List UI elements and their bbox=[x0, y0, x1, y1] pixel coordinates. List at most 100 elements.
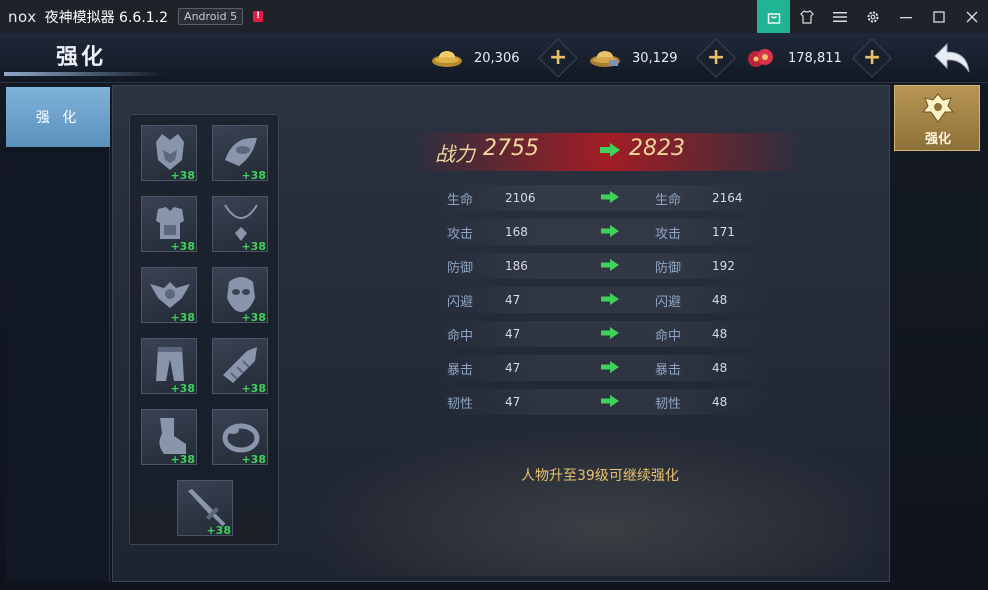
window-controls bbox=[757, 0, 988, 33]
combat-power-current: 2755 bbox=[483, 136, 539, 161]
skin-shirt-icon[interactable] bbox=[790, 0, 823, 33]
stat-name: 生命 bbox=[655, 193, 682, 208]
warning-badge[interactable]: ! bbox=[253, 11, 264, 22]
stat-name: 闪避 bbox=[447, 295, 474, 310]
strengthen-emblem-icon bbox=[921, 93, 955, 123]
equip-slot-ring[interactable]: +38 bbox=[212, 409, 268, 466]
equip-level: +38 bbox=[170, 311, 195, 324]
equip-slot-shoulder[interactable]: +38 bbox=[212, 125, 268, 182]
stat-name: 生命 bbox=[447, 193, 474, 208]
stat-name: 防御 bbox=[447, 261, 474, 276]
stat-name: 防御 bbox=[655, 261, 682, 276]
currency-value: 178,811 bbox=[788, 50, 842, 66]
stat-current: 2106 bbox=[505, 191, 536, 205]
green-arrow-icon bbox=[601, 191, 619, 203]
equip-slot-bracer[interactable]: +38 bbox=[212, 338, 268, 395]
stat-next: 48 bbox=[712, 395, 728, 409]
close-icon[interactable] bbox=[955, 0, 988, 33]
bracer-icon bbox=[223, 347, 257, 383]
green-arrow-icon bbox=[600, 143, 620, 157]
ring-icon bbox=[222, 423, 260, 453]
stat-row: 生命 2106 生命 2164 bbox=[435, 185, 771, 211]
equip-slot-necklace[interactable]: +38 bbox=[212, 196, 268, 253]
equip-slot-belt[interactable]: +38 bbox=[141, 267, 197, 324]
sword-icon bbox=[188, 489, 226, 527]
level-requirement-notice: 人物升至39级可继续强化 bbox=[521, 468, 679, 484]
page-title: 强化 bbox=[56, 44, 107, 70]
pants-icon bbox=[156, 347, 184, 381]
silver-ingot-icon bbox=[588, 47, 622, 69]
add-red-coin-button[interactable]: + bbox=[852, 38, 892, 78]
stat-name: 韧性 bbox=[655, 397, 682, 412]
equip-slot-pants[interactable]: +38 bbox=[141, 338, 197, 395]
helmet-icon bbox=[156, 134, 184, 170]
green-arrow-icon bbox=[601, 361, 619, 373]
stat-name: 攻击 bbox=[655, 227, 682, 242]
stat-current: 168 bbox=[505, 225, 528, 239]
equip-slot-weapon[interactable]: +38 bbox=[177, 480, 233, 537]
green-arrow-icon bbox=[601, 395, 619, 407]
stat-next: 2164 bbox=[712, 191, 743, 205]
stat-name: 攻击 bbox=[447, 227, 474, 242]
stat-name: 命中 bbox=[655, 329, 682, 344]
stat-next: 171 bbox=[712, 225, 735, 239]
stat-next: 48 bbox=[712, 327, 728, 341]
currency-gold: 20,306 + bbox=[430, 38, 578, 78]
equip-level: +38 bbox=[241, 169, 266, 182]
equip-level: +38 bbox=[241, 382, 266, 395]
stat-current: 47 bbox=[505, 293, 521, 307]
combat-power-label: 战力 bbox=[435, 142, 475, 166]
equip-slot-helmet[interactable]: +38 bbox=[141, 125, 197, 182]
stat-next: 48 bbox=[712, 293, 728, 307]
equipment-grid: +38 +38 +38 +38 +38 +38 +38 +38 +38 +38 … bbox=[129, 114, 279, 545]
window-titlebar: nox 夜神模拟器 6.6.1.2 Android 5 ! bbox=[0, 0, 988, 33]
add-silver-button[interactable]: + bbox=[696, 38, 736, 78]
stat-row: 韧性 47 韧性 48 bbox=[435, 389, 771, 415]
belt-icon bbox=[150, 282, 190, 308]
stat-current: 47 bbox=[505, 395, 521, 409]
stat-row: 命中 47 命中 48 bbox=[435, 321, 771, 347]
tab-strengthen-right[interactable]: 强化 bbox=[894, 85, 980, 151]
equip-level: +38 bbox=[170, 169, 195, 182]
equip-level: +38 bbox=[241, 311, 266, 324]
stat-name: 闪避 bbox=[655, 295, 682, 310]
stat-next: 192 bbox=[712, 259, 735, 273]
stat-current: 47 bbox=[505, 327, 521, 341]
equip-slot-boots[interactable]: +38 bbox=[141, 409, 197, 466]
equip-level: +38 bbox=[170, 240, 195, 253]
equip-level: +38 bbox=[170, 453, 195, 466]
currency-value: 30,129 bbox=[632, 50, 678, 66]
right-tab-label: 强化 bbox=[924, 132, 951, 147]
green-arrow-icon bbox=[601, 293, 619, 305]
menu-icon[interactable] bbox=[823, 0, 856, 33]
stat-row: 攻击 168 攻击 171 bbox=[435, 219, 771, 245]
app-root: nox 夜神模拟器 6.6.1.2 Android 5 ! 强化 20,306 … bbox=[0, 0, 988, 590]
shop-bag-icon[interactable] bbox=[757, 0, 790, 33]
maximize-icon[interactable] bbox=[922, 0, 955, 33]
stat-next: 48 bbox=[712, 361, 728, 375]
strengthen-panel: +38 +38 +38 +38 +38 +38 +38 +38 +38 +38 … bbox=[112, 85, 890, 582]
stat-name: 暴击 bbox=[655, 363, 682, 378]
stat-row: 防御 186 防御 192 bbox=[435, 253, 771, 279]
window-title: 夜神模拟器 6.6.1.2 bbox=[44, 9, 169, 26]
back-button[interactable] bbox=[928, 35, 978, 81]
settings-gear-icon[interactable] bbox=[856, 0, 889, 33]
stat-row: 闪避 47 闪避 48 bbox=[435, 287, 771, 313]
shoulder-icon bbox=[225, 137, 257, 166]
stat-name: 暴击 bbox=[447, 363, 474, 378]
green-arrow-icon bbox=[601, 225, 619, 237]
equip-slot-armor[interactable]: +38 bbox=[141, 196, 197, 253]
add-gold-button[interactable]: + bbox=[538, 38, 578, 78]
minimize-icon[interactable] bbox=[889, 0, 922, 33]
back-arrow-icon bbox=[934, 42, 970, 73]
stat-name: 韧性 bbox=[447, 397, 474, 412]
green-arrow-icon bbox=[601, 327, 619, 339]
game-viewport: 强化 20,306 + 30,129 + 178,811 + 强 化 +38 +… bbox=[0, 33, 988, 590]
equip-slot-mask[interactable]: +38 bbox=[212, 267, 268, 324]
game-topbar: 强化 20,306 + 30,129 + 178,811 + bbox=[0, 33, 988, 83]
necklace-icon bbox=[224, 204, 258, 241]
nox-logo: nox bbox=[8, 7, 37, 26]
background-mist bbox=[273, 416, 873, 576]
sidebar-rail bbox=[6, 147, 110, 582]
tab-strengthen[interactable]: 强 化 bbox=[6, 87, 110, 147]
